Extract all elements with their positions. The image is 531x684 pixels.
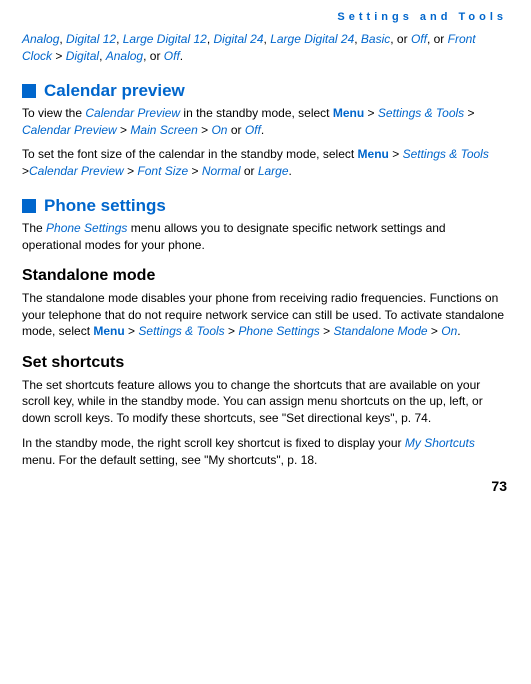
heading-standalone-mode: Standalone mode — [22, 265, 507, 287]
link-analog2: Analog — [106, 49, 143, 63]
phone-p1: The Phone Settings menu allows you to de… — [22, 220, 507, 254]
intro-paragraph: Analog, Digital 12, Large Digital 12, Di… — [22, 31, 507, 65]
link-off: Off — [411, 32, 427, 46]
link-large-digital12: Large Digital 12 — [123, 32, 207, 46]
link-basic: Basic — [361, 32, 390, 46]
calendar-p1: To view the Calendar Preview in the stan… — [22, 105, 507, 139]
shortcuts-p2: In the standby mode, the right scroll ke… — [22, 435, 507, 469]
link-analog: Analog — [22, 32, 59, 46]
bullet-icon — [22, 84, 36, 98]
link-off2: Off — [164, 49, 180, 63]
standalone-p1: The standalone mode disables your phone … — [22, 290, 507, 340]
link-large-digital24: Large Digital 24 — [270, 32, 354, 46]
link-digital24: Digital 24 — [213, 32, 263, 46]
heading-set-shortcuts: Set shortcuts — [22, 352, 507, 374]
link-digital12: Digital 12 — [66, 32, 116, 46]
heading-calendar-preview: Calendar preview — [44, 79, 185, 103]
section-calendar-preview: Calendar preview — [22, 79, 507, 103]
shortcuts-p1: The set shortcuts feature allows you to … — [22, 377, 507, 427]
running-header: Settings and Tools — [22, 10, 507, 25]
page-container: Settings and Tools Analog, Digital 12, L… — [0, 0, 531, 506]
link-digital: Digital — [66, 49, 99, 63]
calendar-p2: To set the font size of the calendar in … — [22, 146, 507, 180]
page-number: 73 — [22, 477, 507, 497]
section-phone-settings: Phone settings — [22, 194, 507, 218]
bullet-icon — [22, 199, 36, 213]
heading-phone-settings: Phone settings — [44, 194, 166, 218]
